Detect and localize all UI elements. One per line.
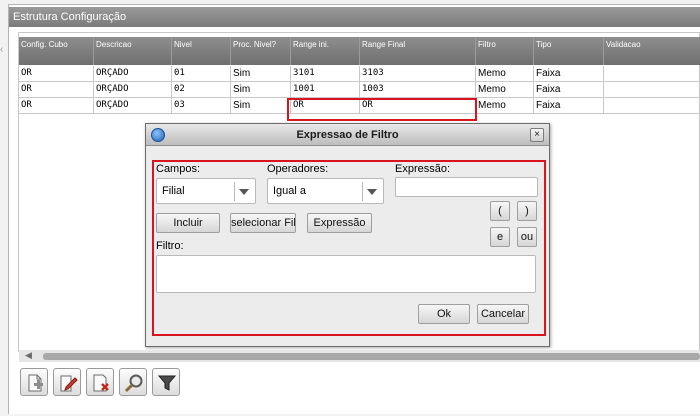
- filter-expression-dialog: Expressao de Filtro × Campos: Filial Ope…: [145, 123, 550, 347]
- grid-header: Config. Cubo Descricao Nivel Proc. Nivel…: [19, 37, 700, 65]
- cell-nivel[interactable]: 01: [172, 66, 231, 82]
- table-row[interactable]: OR ORÇADO 02 Sim 1001 1003 Memo Faixa: [19, 82, 700, 98]
- or-button[interactable]: ou: [517, 227, 537, 247]
- close-paren-button[interactable]: ): [517, 201, 537, 221]
- cell-tipo[interactable]: Faixa: [534, 98, 604, 114]
- expressao-button[interactable]: Expressão: [307, 213, 372, 233]
- edit-document-icon[interactable]: [53, 368, 81, 396]
- chevron-down-icon[interactable]: [239, 189, 249, 195]
- ok-button[interactable]: Ok: [418, 304, 470, 324]
- close-button[interactable]: ×: [530, 128, 544, 142]
- cell-filtro[interactable]: Memo: [476, 98, 534, 114]
- incluir-button[interactable]: Incluir: [156, 213, 220, 233]
- dialog-title: Expressao de Filtro: [146, 124, 549, 146]
- divider: [362, 182, 363, 201]
- scroll-left-icon[interactable]: ◀: [25, 350, 32, 361]
- operadores-select-value: Igual a: [273, 185, 307, 197]
- cell-proc-nivel[interactable]: Sim: [231, 98, 291, 114]
- cell-range-final[interactable]: 3103: [360, 66, 476, 82]
- left-collapse-icon[interactable]: ‹: [0, 44, 8, 55]
- filtro-label: Filtro:: [156, 240, 184, 252]
- expressao-label: Expressão:: [395, 163, 451, 175]
- cell-range-ini[interactable]: 1001: [291, 82, 360, 98]
- campos-select-value: Filial: [162, 185, 185, 197]
- cell-descricao[interactable]: ORÇADO: [94, 66, 172, 82]
- column-header-descricao[interactable]: Descricao: [94, 37, 172, 65]
- selecionar-filtro-button[interactable]: selecionar Fil: [230, 213, 296, 233]
- column-header-range-final[interactable]: Range Final: [360, 37, 476, 65]
- table-row[interactable]: OR ORÇADO 01 Sim 3101 3103 Memo Faixa: [19, 66, 700, 82]
- cell-descricao[interactable]: ORÇADO: [94, 98, 172, 114]
- cell-validacao[interactable]: [604, 82, 700, 98]
- cell-filtro[interactable]: Memo: [476, 66, 534, 82]
- delete-document-icon[interactable]: [86, 368, 114, 396]
- cell-config-cubo[interactable]: OR: [19, 66, 94, 82]
- column-header-validacao[interactable]: Validacao: [604, 37, 700, 65]
- column-header-nivel[interactable]: Nivel: [172, 37, 231, 65]
- add-document-icon[interactable]: [20, 368, 48, 396]
- chevron-down-icon[interactable]: [367, 189, 377, 195]
- cell-filtro[interactable]: Memo: [476, 82, 534, 98]
- panel-title: Estrutura Configuração: [9, 7, 700, 27]
- scroll-thumb[interactable]: [43, 353, 700, 360]
- filter-icon[interactable]: [152, 368, 180, 396]
- cancel-button[interactable]: Cancelar: [477, 304, 529, 324]
- cell-range-ini[interactable]: 3101: [291, 66, 360, 82]
- cell-config-cubo[interactable]: OR: [19, 82, 94, 98]
- operadores-label: Operadores:: [267, 163, 329, 175]
- cell-tipo[interactable]: Faixa: [534, 82, 604, 98]
- column-header-config-cubo[interactable]: Config. Cubo: [19, 37, 94, 65]
- cell-proc-nivel[interactable]: Sim: [231, 82, 291, 98]
- cell-nivel[interactable]: 02: [172, 82, 231, 98]
- app-logo-icon: [151, 128, 165, 142]
- expressao-input[interactable]: [395, 177, 538, 197]
- search-icon[interactable]: [119, 368, 147, 396]
- cell-tipo[interactable]: Faixa: [534, 66, 604, 82]
- cell-proc-nivel[interactable]: Sim: [231, 66, 291, 82]
- column-header-tipo[interactable]: Tipo: [534, 37, 604, 65]
- cell-descricao[interactable]: ORÇADO: [94, 82, 172, 98]
- cell-config-cubo[interactable]: OR: [19, 98, 94, 114]
- divider: [234, 182, 235, 201]
- cell-nivel[interactable]: 03: [172, 98, 231, 114]
- open-paren-button[interactable]: (: [490, 201, 510, 221]
- cell-validacao[interactable]: [604, 98, 700, 114]
- campos-select[interactable]: Filial: [156, 178, 256, 204]
- column-header-filtro[interactable]: Filtro: [476, 37, 534, 65]
- range-highlight-box: [287, 98, 477, 121]
- column-header-proc-nivel[interactable]: Proc. Nivel?: [231, 37, 291, 65]
- horizontal-scrollbar[interactable]: ◀: [19, 350, 700, 362]
- filtro-textarea[interactable]: [156, 255, 536, 293]
- operadores-select[interactable]: Igual a: [267, 178, 384, 204]
- cell-range-final[interactable]: 1003: [360, 82, 476, 98]
- column-header-range-ini[interactable]: Range ini.: [291, 37, 360, 65]
- campos-label: Campos:: [156, 163, 201, 175]
- cell-validacao[interactable]: [604, 66, 700, 82]
- and-button[interactable]: e: [490, 227, 510, 247]
